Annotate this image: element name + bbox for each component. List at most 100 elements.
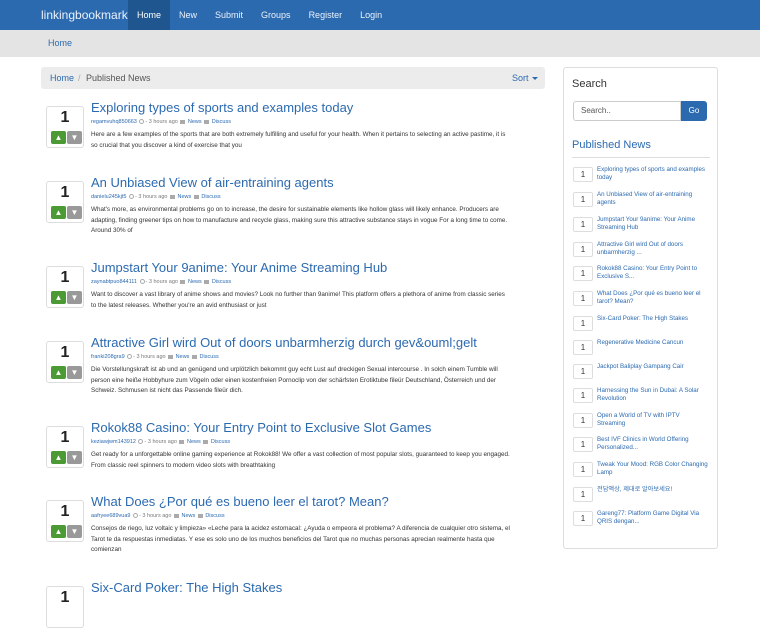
post-meta: zaynabtpuo844111 - 3 hours ago News Disc…	[91, 279, 232, 285]
thumbs-up-icon[interactable]: ▲	[51, 131, 66, 144]
breadcrumb-home[interactable]: Home	[50, 73, 74, 83]
nav-new[interactable]: New	[170, 0, 206, 30]
sidebar-news-title[interactable]: Open a World of TV with IPTV Streaming	[597, 412, 709, 429]
thumbs-down-icon[interactable]: ▼	[67, 291, 82, 304]
nav-home[interactable]: Home	[128, 0, 171, 30]
sidebar-news-title[interactable]: Best IVF Clinics in World Offering Perso…	[597, 436, 709, 453]
sidebar-news-title[interactable]: Tweak Your Mood: RGB Color Changing Lamp	[597, 461, 709, 478]
thumbs-up-icon[interactable]: ▲	[51, 525, 66, 538]
thumbs-up-icon[interactable]: ▲	[51, 291, 66, 304]
vote-count: 1	[60, 429, 70, 446]
clock-icon	[138, 439, 144, 445]
sidebar-news-title[interactable]: Gareng77: Platform Game Digital Via QRIS…	[597, 510, 709, 527]
post-summary: Get ready for a unforgettable online gam…	[91, 451, 510, 469]
nav-register[interactable]: Register	[300, 0, 352, 30]
post-discuss[interactable]: Discuss	[200, 354, 219, 360]
post-meta: danielu245kjt5 - 3 hours ago News Discus…	[91, 194, 221, 200]
thumbs-down-icon[interactable]: ▼	[67, 131, 82, 144]
clock-icon	[139, 119, 145, 125]
thumbs-down-icon[interactable]: ▼	[67, 525, 82, 538]
post-discuss[interactable]: Discuss	[212, 279, 231, 285]
thumbs-down-icon[interactable]: ▼	[67, 366, 82, 379]
brand-logo[interactable]: linkingbookmark	[41, 8, 128, 22]
vote-box: 1 ▲ ▼	[46, 266, 84, 308]
post-category[interactable]: News	[176, 354, 190, 360]
breadcrumb-separator: /	[78, 73, 81, 83]
post-discuss[interactable]: Discuss	[211, 439, 230, 445]
vote-box: 1 ▲ ▼	[46, 106, 84, 148]
vote-badge: 1	[573, 167, 593, 182]
post-title[interactable]: An Unbiased View of air-entraining agent…	[91, 175, 334, 190]
post-category[interactable]: News	[181, 513, 195, 519]
sort-label: Sort	[512, 73, 529, 83]
post-author[interactable]: danielu245kjt5	[91, 194, 126, 200]
sidebar-news-title[interactable]: An Unbiased View of air-entraining agent…	[597, 191, 709, 208]
post-title[interactable]: Six-Card Poker: The High Stakes	[91, 580, 282, 595]
post-category[interactable]: News	[188, 279, 202, 285]
nav-submit[interactable]: Submit	[206, 0, 252, 30]
post-summary: What's more, as environmental problems g…	[91, 206, 508, 235]
vote-badge: 1	[573, 316, 593, 331]
sidebar-news-title[interactable]: Exploring types of sports and examples t…	[597, 166, 709, 183]
vote-count: 1	[60, 184, 70, 201]
post-meta: franki208gra9 - 3 hours ago News Discuss	[91, 354, 219, 360]
comment-icon	[191, 354, 197, 359]
post-author[interactable]: regamvuhq850663	[91, 119, 137, 125]
post-title[interactable]: What Does ¿Por qué es bueno leer el taro…	[91, 494, 389, 509]
nav-login[interactable]: Login	[351, 0, 391, 30]
vote-badge: 1	[573, 242, 593, 257]
post-author[interactable]: zaynabtpuo844111	[91, 279, 137, 285]
post-category[interactable]: News	[178, 194, 192, 200]
breadcrumb-current: Published News	[86, 73, 151, 83]
vote-badge: 1	[573, 192, 593, 207]
published-news-heading: Published News	[572, 139, 651, 151]
post-summary: Die Vorstellungskraft ist ab und an genü…	[91, 366, 498, 395]
vote-box: 1 ▲ ▼	[46, 500, 84, 542]
post-title[interactable]: Jumpstart Your 9anime: Your Anime Stream…	[91, 260, 387, 275]
vote-badge: 1	[573, 511, 593, 526]
vote-box: 1 ▲ ▼	[46, 426, 84, 468]
post-discuss[interactable]: Discuss	[212, 119, 231, 125]
search-input[interactable]: Search..	[573, 101, 681, 121]
clock-icon	[129, 194, 135, 200]
post-title[interactable]: Rokok88 Casino: Your Entry Point to Excl…	[91, 420, 431, 435]
post-author[interactable]: aafryee689vua9	[91, 513, 130, 519]
post-discuss[interactable]: Discuss	[201, 194, 220, 200]
post-time: 3 hours ago	[147, 439, 177, 445]
comment-icon	[204, 119, 210, 124]
thumbs-up-icon[interactable]: ▲	[51, 451, 66, 464]
search-heading: Search	[572, 78, 607, 90]
sidebar-news-title[interactable]: 전담액상, 제대로 알아보세요!	[597, 486, 709, 494]
sidebar-news-title[interactable]: Jumpstart Your 9anime: Your Anime Stream…	[597, 216, 709, 233]
thumbs-down-icon[interactable]: ▼	[67, 206, 82, 219]
divider	[572, 157, 710, 158]
comment-icon	[203, 439, 209, 444]
vote-count: 1	[60, 503, 70, 520]
sidebar-news-title[interactable]: Regenerative Medicine Cancun	[597, 339, 709, 347]
subnav-home-link[interactable]: Home	[48, 38, 72, 48]
sidebar-news-title[interactable]: Rokok88 Casino: Your Entry Point to Excl…	[597, 265, 709, 282]
thumbs-down-icon[interactable]: ▼	[67, 451, 82, 464]
sidebar-news-title[interactable]: What Does ¿Por qué es bueno leer el taro…	[597, 290, 709, 307]
sidebar-news-title[interactable]: Harnessing the Sun in Dubai: A Solar Rev…	[597, 387, 709, 404]
post-title[interactable]: Exploring types of sports and examples t…	[91, 100, 353, 115]
post-author[interactable]: franki208gra9	[91, 354, 125, 360]
thumbs-up-icon[interactable]: ▲	[51, 206, 66, 219]
post-author[interactable]: keziawjwm143912	[91, 439, 136, 445]
sort-dropdown[interactable]: Sort	[512, 73, 538, 83]
breadcrumb: Home / Published News Sort	[41, 67, 545, 89]
vote-box: 1 ▲ ▼	[46, 181, 84, 223]
folder-icon	[168, 354, 174, 359]
sidebar-news-title[interactable]: Attractive Girl wird Out of doors unbarm…	[597, 241, 709, 258]
post-summary: Want to discover a vast library of anime…	[91, 291, 505, 309]
post-discuss[interactable]: Discuss	[205, 513, 224, 519]
sidebar-news-title[interactable]: Six-Card Poker: The High Stakes	[597, 315, 709, 323]
post-category[interactable]: News	[188, 119, 202, 125]
sidebar-news-title[interactable]: Jackpot Baliplay Gampang Cair	[597, 363, 709, 371]
vote-box: 1 ▲ ▼	[46, 341, 84, 383]
nav-groups[interactable]: Groups	[252, 0, 300, 30]
post-category[interactable]: News	[187, 439, 201, 445]
post-title[interactable]: Attractive Girl wird Out of doors unbarm…	[91, 335, 477, 350]
thumbs-up-icon[interactable]: ▲	[51, 366, 66, 379]
search-go-button[interactable]: Go	[681, 101, 707, 121]
